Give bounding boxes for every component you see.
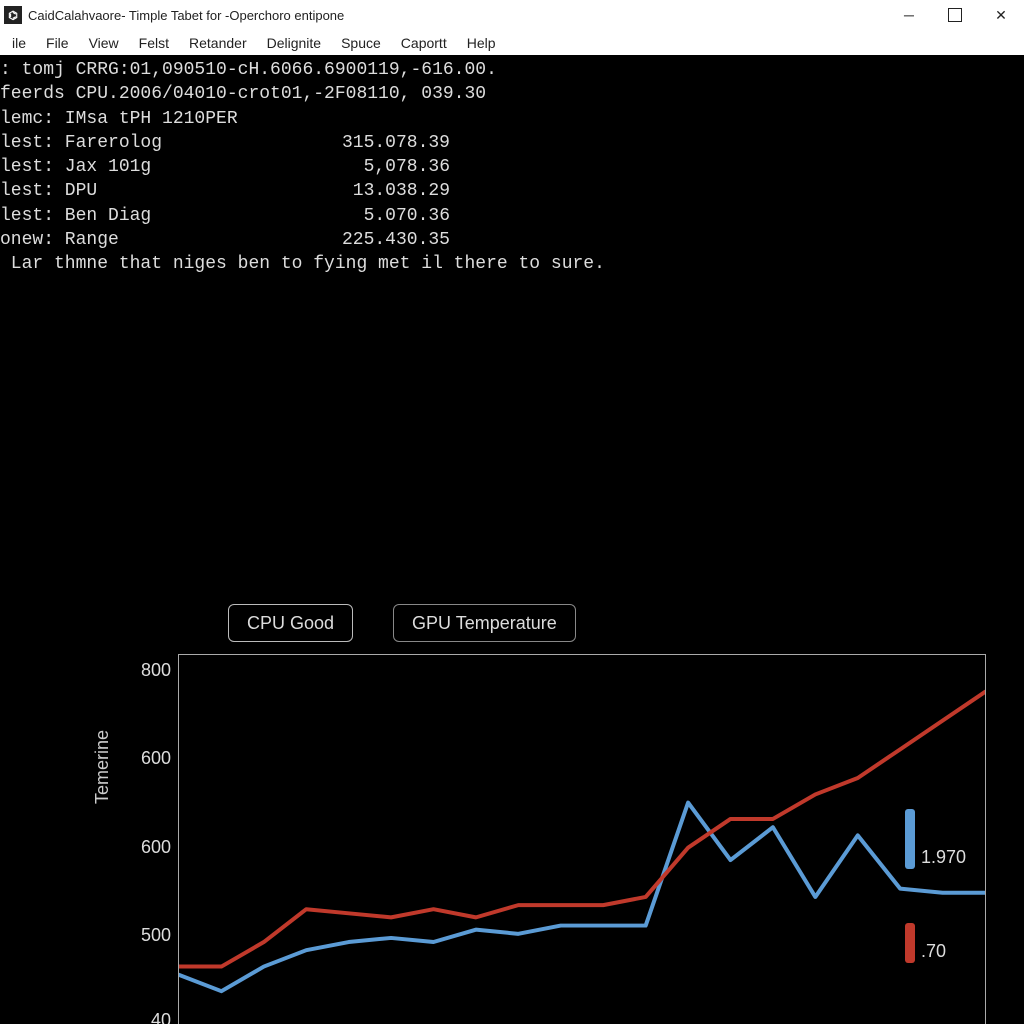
- tab-cpu[interactable]: CPU Good: [228, 604, 353, 642]
- table-row: lest: Jax 101g 5,078.36: [0, 155, 1018, 179]
- legend-entry-cpu: 1.970: [905, 799, 966, 869]
- square-icon: [948, 8, 962, 22]
- menu-spuce[interactable]: Spuce: [331, 33, 391, 53]
- row-value: 13.038.29: [180, 179, 450, 203]
- table-row: lest: Farerolog 315.078.39: [0, 131, 1018, 155]
- menu-view[interactable]: View: [79, 33, 129, 53]
- y-tick: 800: [141, 658, 179, 682]
- row-value: 5.070.36: [180, 204, 450, 228]
- y-tick: 600: [141, 835, 179, 859]
- y-tick: 40: [151, 1008, 179, 1024]
- y-axis-label: Temerine: [90, 730, 114, 804]
- tab-gpu[interactable]: GPU Temperature: [393, 604, 576, 642]
- menu-caportt[interactable]: Caportt: [391, 33, 457, 53]
- row-value: 5,078.36: [180, 155, 450, 179]
- terminal-area: : tomj CRRG:01,090510-cH.6066.6900119,-6…: [0, 56, 1024, 1024]
- menubar: ile File View Felst Retander Delignite S…: [0, 30, 1024, 56]
- window-title: CaidCalahvaore- Timple Tabet for -Operch…: [28, 8, 344, 23]
- menu-retander[interactable]: Retander: [179, 33, 257, 53]
- chart-legend: 1.970 .70: [905, 799, 966, 987]
- row-label: lest: DPU: [0, 179, 180, 203]
- series-cpu-line: [179, 803, 985, 992]
- table-row: onew: Range 225.430.35: [0, 228, 1018, 252]
- app-icon: ⌬: [4, 6, 22, 24]
- menu-help[interactable]: Help: [457, 33, 506, 53]
- terminal-note: Lar thmne that niges ben to fying met il…: [0, 252, 1018, 276]
- legend-value-gpu: .70: [921, 939, 946, 963]
- titlebar: ⌬ CaidCalahvaore- Timple Tabet for -Oper…: [0, 0, 1024, 30]
- legend-swatch-cpu: [905, 809, 915, 869]
- row-label: lest: Ben Diag: [0, 204, 180, 228]
- row-label: onew: Range: [0, 228, 180, 252]
- minimize-button[interactable]: ─: [886, 0, 932, 30]
- plot-frame: 800 600 600 500 40: [178, 654, 986, 1024]
- menu-felst[interactable]: Felst: [129, 33, 179, 53]
- y-tick: 600: [141, 746, 179, 770]
- app-window: ⌬ CaidCalahvaore- Timple Tabet for -Oper…: [0, 0, 1024, 1024]
- menu-file[interactable]: File: [36, 33, 79, 53]
- legend-entry-gpu: .70: [905, 893, 966, 963]
- legend-value-cpu: 1.970: [921, 845, 966, 869]
- row-label: lest: Farerolog: [0, 131, 180, 155]
- row-label: lest: Jax 101g: [0, 155, 180, 179]
- row-value: 225.430.35: [180, 228, 450, 252]
- legend-swatch-gpu: [905, 923, 915, 963]
- terminal-line: : tomj CRRG:01,090510-cH.6066.6900119,-6…: [0, 58, 1018, 82]
- chart-tabs: CPU Good GPU Temperature: [228, 604, 576, 642]
- terminal-header: lemc: IMsa tPH 1210PER: [0, 107, 1018, 131]
- row-value: 315.078.39: [180, 131, 450, 155]
- maximize-button[interactable]: [932, 0, 978, 30]
- table-row: lest: Ben Diag 5.070.36: [0, 204, 1018, 228]
- menu-ile[interactable]: ile: [2, 33, 36, 53]
- chart-panel: CPU Good GPU Temperature Temerine 800 60…: [0, 604, 1024, 1024]
- line-plot: [179, 655, 985, 1024]
- menu-delignite[interactable]: Delignite: [257, 33, 331, 53]
- close-button[interactable]: ✕: [978, 0, 1024, 30]
- y-tick: 500: [141, 923, 179, 947]
- table-row: lest: DPU 13.038.29: [0, 179, 1018, 203]
- terminal-line: feerds CPU.2006/04010-crot01,-2F08110, 0…: [0, 82, 1018, 106]
